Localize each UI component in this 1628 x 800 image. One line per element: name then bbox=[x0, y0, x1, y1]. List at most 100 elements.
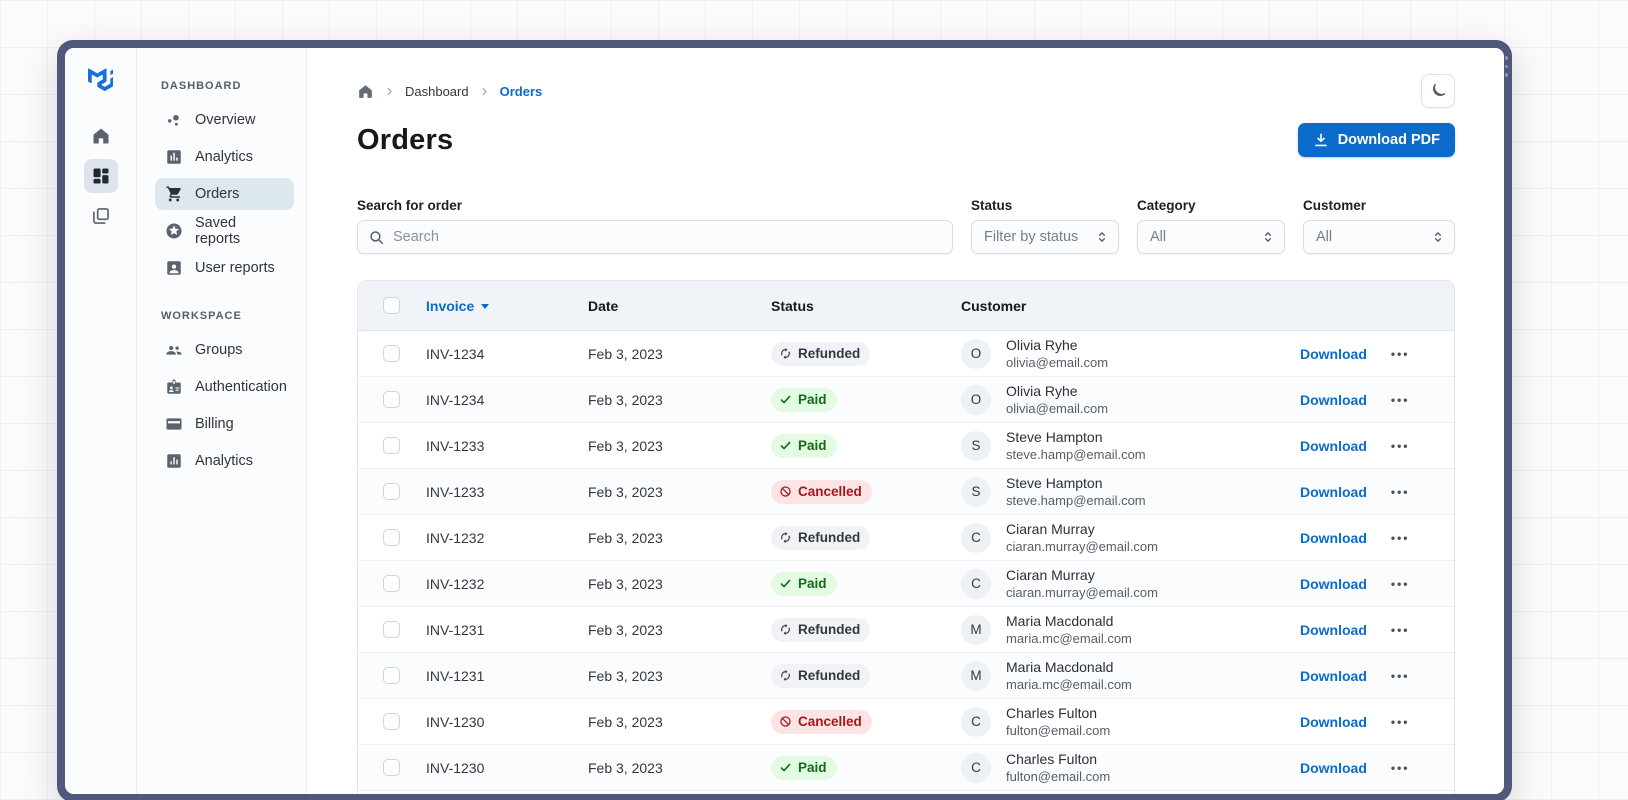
sidebar-item[interactable]: Saved reports bbox=[155, 215, 294, 247]
sidebar-item-label: Orders bbox=[195, 186, 240, 202]
row-checkbox[interactable] bbox=[382, 621, 400, 638]
download-link[interactable]: Download bbox=[1300, 392, 1367, 408]
breadcrumb-orders[interactable]: Orders bbox=[500, 84, 543, 99]
date-cell: Feb 3, 2023 bbox=[588, 529, 663, 546]
download-link[interactable]: Download bbox=[1300, 346, 1367, 362]
sidebar-item-label: Overview bbox=[195, 112, 256, 128]
row-checkbox[interactable] bbox=[382, 437, 400, 454]
row-checkbox[interactable] bbox=[382, 345, 400, 362]
invoice-cell: INV-1233 bbox=[426, 437, 485, 454]
category-filter-select[interactable]: All bbox=[1137, 220, 1285, 254]
sidebar-item[interactable]: User reports bbox=[155, 252, 294, 284]
row-menu-button[interactable]: ••• bbox=[1391, 577, 1410, 591]
sidebar-item[interactable]: Analytics bbox=[155, 141, 294, 173]
customer-email: maria.mc@email.com bbox=[1006, 630, 1132, 646]
customer-filter-select[interactable]: All bbox=[1303, 220, 1455, 254]
row-menu-button[interactable]: ••• bbox=[1391, 347, 1410, 361]
sidebar-item[interactable]: Authentication bbox=[155, 371, 294, 403]
column-header-invoice[interactable]: Invoice bbox=[426, 298, 586, 314]
date-cell: Feb 3, 2023 bbox=[588, 483, 663, 500]
sidebar-item-label: Analytics bbox=[195, 149, 254, 165]
customer-email: fulton@email.com bbox=[1006, 768, 1111, 784]
theme-toggle-button[interactable] bbox=[1421, 74, 1455, 108]
home-icon bbox=[91, 126, 111, 146]
groups-icon bbox=[165, 341, 183, 359]
customer-name: Olivia Ryhe bbox=[1006, 336, 1078, 353]
sidebar-item-label: Saved reports bbox=[195, 215, 241, 247]
avatar: C bbox=[961, 752, 991, 783]
main-content: Dashboard Orders Orders Download PDF Sea… bbox=[307, 48, 1504, 794]
bubble-chart-icon bbox=[165, 111, 183, 129]
row-menu-button[interactable]: ••• bbox=[1391, 485, 1410, 499]
sidebar-item[interactable]: Groups bbox=[155, 334, 294, 366]
invoice-cell: INV-1234 bbox=[426, 391, 485, 408]
download-link[interactable]: Download bbox=[1300, 576, 1367, 592]
row-menu-button[interactable]: ••• bbox=[1391, 715, 1410, 729]
unfold-icon bbox=[1431, 230, 1445, 244]
row-menu-button[interactable]: ••• bbox=[1391, 669, 1410, 683]
status-filter-select[interactable]: Filter by status bbox=[971, 220, 1119, 254]
row-checkbox[interactable] bbox=[382, 713, 400, 730]
customer-name: Ciaran Murray bbox=[1006, 520, 1095, 537]
row-menu-button[interactable]: ••• bbox=[1391, 761, 1410, 775]
download-link[interactable]: Download bbox=[1300, 760, 1367, 776]
row-checkbox[interactable] bbox=[382, 759, 400, 776]
breadcrumb-dashboard[interactable]: Dashboard bbox=[405, 84, 469, 99]
rail-nav-button[interactable] bbox=[84, 119, 118, 153]
sidebar-item[interactable]: Overview bbox=[155, 104, 294, 136]
page-title: Orders bbox=[357, 123, 454, 156]
download-link[interactable]: Download bbox=[1300, 530, 1367, 546]
unfold-icon bbox=[1261, 230, 1275, 244]
search-input[interactable]: Search bbox=[357, 220, 953, 254]
download-link[interactable]: Download bbox=[1300, 668, 1367, 684]
date-cell: Feb 3, 2023 bbox=[588, 621, 663, 638]
row-menu-button[interactable]: ••• bbox=[1391, 393, 1410, 407]
invoice-cell: INV-1234 bbox=[426, 345, 485, 362]
date-cell: Feb 3, 2023 bbox=[588, 575, 663, 592]
autorenew-icon bbox=[779, 623, 792, 636]
row-checkbox[interactable] bbox=[382, 483, 400, 500]
row-menu-button[interactable]: ••• bbox=[1391, 623, 1410, 637]
row-checkbox[interactable] bbox=[382, 575, 400, 592]
customer-email: ciaran.murray@email.com bbox=[1006, 538, 1158, 554]
customer-name: Maria Macdonald bbox=[1006, 612, 1114, 629]
download-link[interactable]: Download bbox=[1300, 622, 1367, 638]
sidebar-item[interactable]: Analytics bbox=[155, 445, 294, 477]
avatar: O bbox=[961, 338, 991, 369]
row-checkbox[interactable] bbox=[382, 391, 400, 408]
row-menu-button[interactable]: ••• bbox=[1391, 439, 1410, 453]
rail-nav-button[interactable] bbox=[83, 159, 118, 193]
sidebar-item[interactable]: Billing bbox=[155, 408, 294, 440]
customer-name: Steve Hampton bbox=[1006, 474, 1103, 491]
row-menu-button[interactable]: ••• bbox=[1391, 531, 1410, 545]
customer-name: Charles Fulton bbox=[1006, 704, 1098, 721]
avatar: S bbox=[961, 430, 991, 461]
sidebar-item-label: User reports bbox=[195, 260, 275, 276]
customer-email: steve.hamp@email.com bbox=[1006, 446, 1146, 462]
home-icon[interactable] bbox=[357, 83, 374, 100]
check-icon bbox=[779, 577, 792, 590]
avatar: O bbox=[961, 384, 991, 415]
download-link[interactable]: Download bbox=[1300, 438, 1367, 454]
dashboard-icon bbox=[91, 166, 111, 186]
status-chip: Refunded bbox=[771, 525, 871, 550]
avatar: S bbox=[961, 476, 991, 507]
check-icon bbox=[779, 439, 792, 452]
table-row: INV-1233 Feb 3, 2023 Cancelled S Steve H… bbox=[358, 469, 1454, 515]
table-row: INV-1234 Feb 3, 2023 Paid O Olivia Ryhe … bbox=[358, 377, 1454, 423]
download-link[interactable]: Download bbox=[1300, 714, 1367, 730]
star-circle-icon bbox=[165, 222, 183, 240]
sort-desc-icon bbox=[481, 304, 490, 309]
sidebar-item[interactable]: Orders bbox=[155, 178, 294, 210]
rail-nav-button[interactable] bbox=[84, 199, 118, 233]
account-box-icon bbox=[165, 259, 183, 277]
date-cell: Feb 3, 2023 bbox=[588, 437, 663, 454]
icon-rail bbox=[65, 48, 137, 794]
select-all-checkbox[interactable] bbox=[382, 297, 400, 314]
window-scrollbar-dots[interactable] bbox=[1504, 56, 1508, 77]
row-checkbox[interactable] bbox=[382, 529, 400, 546]
block-icon bbox=[779, 485, 792, 498]
download-link[interactable]: Download bbox=[1300, 484, 1367, 500]
download-pdf-button[interactable]: Download PDF bbox=[1297, 123, 1455, 157]
row-checkbox[interactable] bbox=[382, 667, 400, 684]
